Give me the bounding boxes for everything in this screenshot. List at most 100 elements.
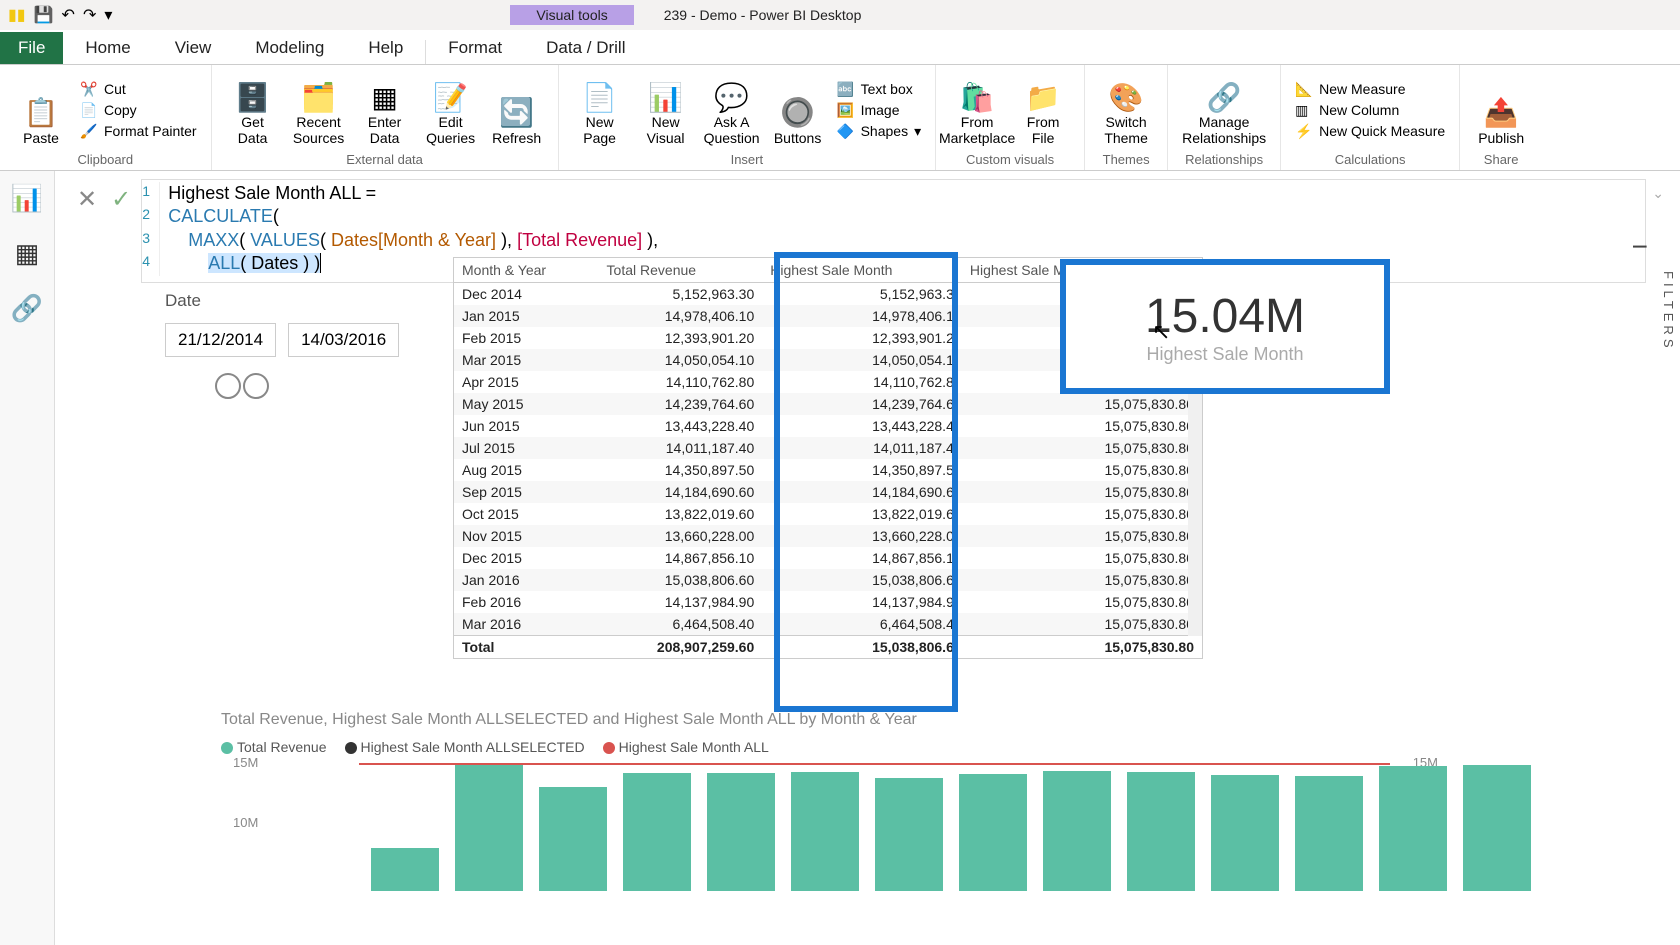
table-row[interactable]: Jun 201513,443,228.4013,443,228.415,075,… <box>454 415 1202 437</box>
textbox-button[interactable]: 🔤Text box <box>837 81 913 98</box>
slider-handle-right[interactable] <box>243 373 269 399</box>
group-label: Relationships <box>1185 150 1263 170</box>
publish-button[interactable]: 📤Publish <box>1468 91 1534 150</box>
table-row[interactable]: Oct 201513,822,019.6013,822,019.615,075,… <box>454 503 1202 525</box>
group-label: Share <box>1484 150 1519 170</box>
report-canvas: ✕ ✓ 1Highest Sale Month ALL = 2CALCULATE… <box>55 171 1680 945</box>
tab-data-drill[interactable]: Data / Drill <box>524 32 647 64</box>
chart-bar[interactable] <box>1463 765 1531 891</box>
get-data-button[interactable]: 🗄️Get Data <box>220 75 286 150</box>
table-row[interactable]: Feb 201614,137,984.9014,137,984.915,075,… <box>454 591 1202 613</box>
table-row[interactable]: Mar 20166,464,508.406,464,508.415,075,83… <box>454 613 1202 636</box>
manage-relationships-button[interactable]: 🔗Manage Relationships <box>1176 75 1272 150</box>
table-row[interactable]: Nov 201513,660,228.0013,660,228.015,075,… <box>454 525 1202 547</box>
tab-home[interactable]: Home <box>63 32 152 64</box>
data-view-icon[interactable]: ▦ <box>15 238 40 269</box>
chart-bar[interactable] <box>707 773 775 891</box>
slicer-from-date[interactable]: 21/12/2014 <box>165 323 276 357</box>
new-measure-button[interactable]: 📐New Measure <box>1295 81 1405 98</box>
edit-queries-button[interactable]: 📝Edit Queries <box>418 75 484 150</box>
chart-legend: Total Revenue Highest Sale Month ALLSELE… <box>221 739 1450 755</box>
new-column-button[interactable]: ▥New Column <box>1295 102 1399 119</box>
image-icon: 🖼️ <box>837 102 855 119</box>
save-icon[interactable]: 💾 <box>34 5 54 25</box>
slicer-slider[interactable] <box>165 373 399 401</box>
card-visual[interactable]: 15.04M Highest Sale Month ↖ <box>1060 259 1390 394</box>
new-page-button[interactable]: 📄New Page <box>567 75 633 150</box>
group-themes: 🎨Switch Theme Themes <box>1085 65 1168 170</box>
scissors-icon: ✂️ <box>80 81 98 98</box>
chart-bar[interactable] <box>959 774 1027 892</box>
table-header[interactable]: Highest Sale Month <box>762 258 962 283</box>
chart-bar[interactable] <box>1379 766 1447 891</box>
table-row[interactable]: Jul 201514,011,187.4014,011,187.415,075,… <box>454 437 1202 459</box>
chart-bar[interactable] <box>539 787 607 891</box>
chart-bar[interactable] <box>371 848 439 891</box>
from-file-button[interactable]: 📁From File <box>1010 75 1076 150</box>
slicer-to-date[interactable]: 14/03/2016 <box>288 323 399 357</box>
table-row[interactable]: Sep 201514,184,690.6014,184,690.615,075,… <box>454 481 1202 503</box>
file-tab[interactable]: File <box>0 32 63 64</box>
recent-sources-button[interactable]: 🗂️Recent Sources <box>286 75 352 150</box>
image-button[interactable]: 🖼️Image <box>837 102 900 119</box>
contextual-tab-label: Visual tools <box>510 5 633 25</box>
chart-bar[interactable] <box>791 772 859 891</box>
chart-bar[interactable] <box>1127 772 1195 891</box>
enter-data-button[interactable]: ▦Enter Data <box>352 75 418 150</box>
report-view-icon[interactable]: 📊 <box>11 183 43 214</box>
cut-button[interactable]: ✂️Cut <box>80 81 126 98</box>
table-header[interactable]: Total Revenue <box>599 258 763 283</box>
tab-view[interactable]: View <box>153 32 234 64</box>
buttons-button[interactable]: 🔘Buttons <box>765 91 831 150</box>
title-bar: ▮▮ 💾 ↶ ↷ ▾ Visual tools 239 - Demo - Pow… <box>0 0 1680 30</box>
new-visual-button[interactable]: 📊New Visual <box>633 75 699 150</box>
tab-help[interactable]: Help <box>346 32 425 64</box>
ask-question-button[interactable]: 💬Ask A Question <box>699 75 765 150</box>
table-row[interactable]: Aug 201514,350,897.5014,350,897.515,075,… <box>454 459 1202 481</box>
redo-icon[interactable]: ↷ <box>83 5 96 25</box>
collapse-pane-icon[interactable]: − <box>1632 231 1648 263</box>
tab-format[interactable]: Format <box>426 32 524 64</box>
chart-bar[interactable] <box>875 778 943 891</box>
model-view-icon[interactable]: 🔗 <box>11 293 43 324</box>
textbox-icon: 🔤 <box>837 81 855 98</box>
shapes-button[interactable]: 🔷Shapes ▾ <box>837 123 922 140</box>
table-header[interactable]: Month & Year <box>454 258 599 283</box>
chart-bar[interactable] <box>1043 771 1111 891</box>
chart-bar[interactable] <box>455 765 523 891</box>
table-row[interactable]: Jan 201615,038,806.6015,038,806.615,075,… <box>454 569 1202 591</box>
column-icon: ▥ <box>1295 102 1313 119</box>
tab-modeling[interactable]: Modeling <box>233 32 346 64</box>
undo-icon[interactable]: ↶ <box>62 5 75 25</box>
chart-bar[interactable] <box>1295 776 1363 891</box>
button-icon: 🔘 <box>780 95 815 131</box>
group-label: External data <box>346 150 423 170</box>
quick-access-toolbar: ▮▮ 💾 ↶ ↷ ▾ <box>0 5 120 25</box>
switch-theme-button[interactable]: 🎨Switch Theme <box>1093 75 1159 150</box>
refresh-button[interactable]: 🔄Refresh <box>484 91 550 150</box>
chart-bar[interactable] <box>1211 775 1279 891</box>
formula-expand-icon[interactable]: ⌄ <box>1646 179 1670 208</box>
qat-dropdown-icon[interactable]: ▾ <box>104 5 112 25</box>
relationships-icon: 🔗 <box>1207 79 1242 115</box>
pencil-grid-icon: 📝 <box>433 79 468 115</box>
chart-bar[interactable] <box>623 773 691 891</box>
copy-button[interactable]: 📄Copy <box>80 102 137 119</box>
table-row[interactable]: Dec 201514,867,856.1014,867,856.115,075,… <box>454 547 1202 569</box>
slider-handle-left[interactable] <box>215 373 241 399</box>
format-painter-button[interactable]: 🖌️Format Painter <box>80 123 197 140</box>
paste-button[interactable]: 📋Paste <box>8 91 74 150</box>
slicer-title: Date <box>165 291 399 311</box>
group-label: Custom visuals <box>966 150 1054 170</box>
date-slicer[interactable]: Date 21/12/2014 14/03/2016 <box>165 291 399 401</box>
bar-chart-visual[interactable]: Total Revenue, Highest Sale Month ALLSEL… <box>221 711 1450 891</box>
group-calculations: 📐New Measure ▥New Column ⚡New Quick Meas… <box>1281 65 1460 170</box>
commit-formula-button[interactable]: ✓ <box>111 185 131 214</box>
shapes-icon: 🔷 <box>837 123 855 140</box>
table-row[interactable]: May 201514,239,764.6014,239,764.615,075,… <box>454 393 1202 415</box>
group-share: 📤Publish Share <box>1460 65 1542 170</box>
filters-pane-tab[interactable]: FILTERS <box>1661 271 1676 352</box>
from-marketplace-button[interactable]: 🛍️From Marketplace <box>944 75 1010 150</box>
new-quick-measure-button[interactable]: ⚡New Quick Measure <box>1295 123 1445 140</box>
cancel-formula-button[interactable]: ✕ <box>77 185 97 214</box>
